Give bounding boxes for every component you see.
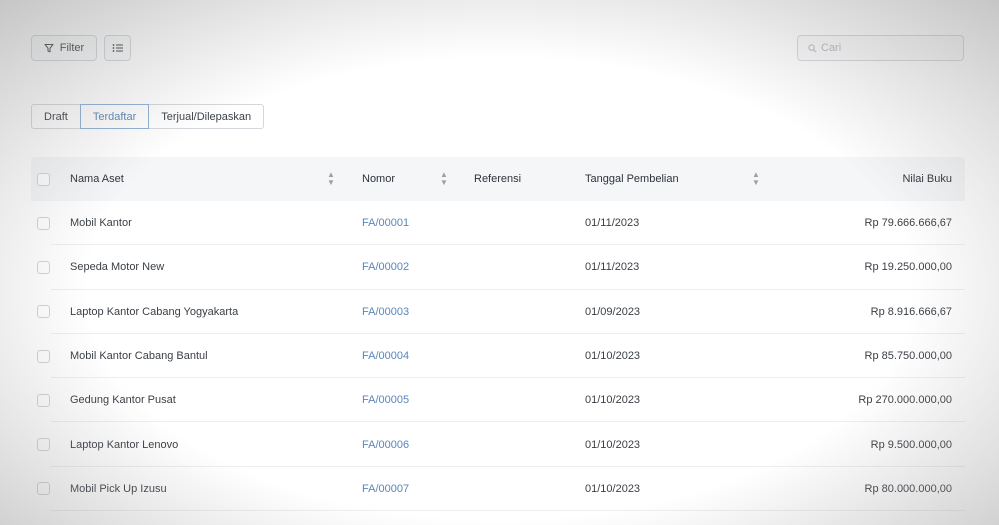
table-row[interactable]: Sepeda Motor New FA/00002 01/11/2023 Rp … (31, 245, 965, 290)
row-checkbox[interactable] (37, 393, 50, 407)
book-value: Rp 270.000.000,00 (858, 394, 952, 407)
column-header-referensi: Referensi (474, 173, 522, 185)
book-value: Rp 79.666.666,67 (864, 217, 952, 230)
purchase-date: 01/10/2023 (585, 394, 641, 407)
table-row[interactable]: Mobil Kantor FA/00001 01/11/2023 Rp 79.6… (31, 201, 965, 246)
book-value: Rp 9.500.000,00 (870, 438, 952, 451)
toolbar: Filter (31, 35, 964, 62)
status-tabs: Draft Terdaftar Terjual/Dilepaskan (31, 104, 265, 129)
table-row[interactable]: Laptop Kantor Lenovo FA/00006 01/10/2023… (31, 422, 965, 468)
book-value: Rp 80.000.000,00 (864, 482, 952, 495)
purchase-date: 01/11/2023 (585, 261, 640, 274)
table-header: Nama Aset ▲ ▼ Nomor ▲ ▼ Referensi Tanggal … (31, 157, 965, 201)
asset-number-link[interactable]: FA/00007 (362, 483, 409, 495)
asset-table: Nama Aset ▲ ▼ Nomor ▲ ▼ Referensi Tanggal … (31, 157, 965, 512)
list-view-button[interactable] (104, 35, 131, 61)
purchase-date: 01/10/2023 (585, 350, 641, 363)
book-value: Rp 19.250.000,00 (864, 261, 952, 274)
row-checkbox[interactable] (37, 260, 50, 274)
table-row[interactable]: Laptop Kantor Cabang Yogyakarta FA/00003… (31, 290, 965, 335)
asset-number-link[interactable]: FA/00005 (362, 394, 409, 406)
row-checkbox[interactable] (37, 216, 50, 230)
column-header-tanggal[interactable]: Tanggal Pembelian (585, 173, 679, 185)
row-checkbox[interactable] (37, 438, 50, 452)
sort-icon[interactable]: ▲ ▼ (327, 171, 335, 187)
asset-name: Laptop Kantor Cabang Yogyakarta (70, 305, 239, 318)
purchase-date: 01/10/2023 (585, 438, 641, 451)
select-all-checkbox[interactable] (37, 172, 50, 186)
list-icon (112, 44, 123, 52)
filter-button[interactable]: Filter (31, 35, 97, 61)
tab-draft[interactable]: Draft (31, 104, 81, 129)
column-header-nilai: Nilai Buku (902, 173, 952, 185)
purchase-date: 01/09/2023 (585, 305, 641, 318)
table-row[interactable]: Gedung Kantor Pusat FA/00005 01/10/2023 … (31, 378, 965, 423)
asset-number-link[interactable]: FA/00001 (362, 217, 409, 229)
asset-name: Mobil Kantor (70, 217, 132, 230)
table-row[interactable]: Mobil Pick Up Izusu FA/00007 01/10/2023 … (31, 467, 965, 512)
row-checkbox[interactable] (37, 349, 50, 363)
book-value: Rp 85.750.000,00 (864, 350, 952, 363)
asset-number-link[interactable]: FA/00002 (362, 261, 409, 273)
row-checkbox[interactable] (37, 482, 50, 496)
column-header-nomor[interactable]: Nomor (362, 173, 395, 185)
asset-name: Mobil Pick Up Izusu (70, 482, 167, 495)
search-input[interactable] (821, 42, 951, 54)
asset-number-link[interactable]: FA/00004 (362, 350, 409, 362)
filter-button-label: Filter (59, 42, 85, 54)
asset-name: Sepeda Motor New (70, 261, 165, 274)
column-header-name[interactable]: Nama Aset (70, 173, 124, 185)
table-row[interactable]: Mobil Kantor Cabang Bantul FA/00004 01/1… (31, 334, 965, 379)
asset-name: Mobil Kantor Cabang Bantul (70, 350, 208, 363)
book-value: Rp 8.916.666,67 (870, 305, 952, 318)
row-checkbox[interactable] (37, 305, 50, 319)
tab-terjual-dilepaskan[interactable]: Terjual/Dilepaskan (148, 104, 265, 129)
asset-number-link[interactable]: FA/00003 (362, 306, 409, 318)
asset-number-link[interactable]: FA/00006 (362, 439, 409, 451)
tab-terdaftar[interactable]: Terdaftar (79, 104, 150, 129)
sort-icon[interactable]: ▲ ▼ (752, 171, 760, 187)
filter-icon (44, 44, 54, 53)
search-box[interactable] (797, 35, 964, 61)
purchase-date: 01/10/2023 (585, 482, 641, 495)
purchase-date: 01/11/2023 (585, 217, 640, 230)
asset-name: Laptop Kantor Lenovo (70, 438, 179, 451)
sort-icon[interactable]: ▲ ▼ (440, 171, 448, 187)
search-icon (808, 43, 817, 52)
asset-name: Gedung Kantor Pusat (70, 394, 176, 407)
